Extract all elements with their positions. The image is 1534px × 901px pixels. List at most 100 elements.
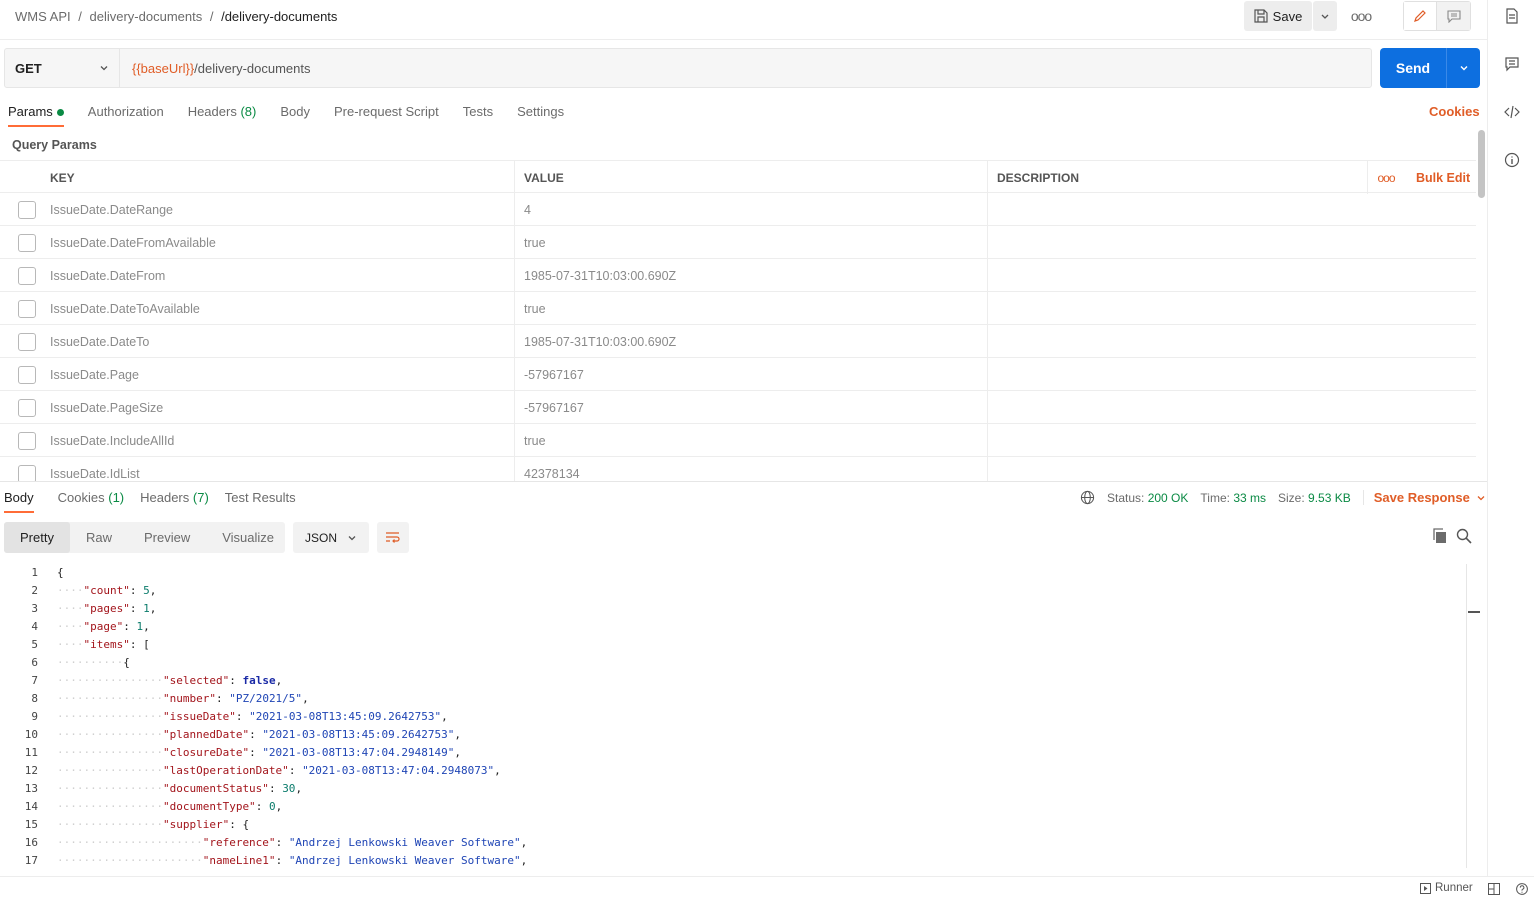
- json-value: "PZ/2021/5": [229, 692, 303, 705]
- tab-params[interactable]: Params: [8, 104, 64, 127]
- param-value[interactable]: true: [514, 226, 987, 259]
- save-response-button[interactable]: Save Response: [1362, 490, 1486, 505]
- documentation-icon[interactable]: [1504, 8, 1520, 24]
- param-key[interactable]: IssueDate.IdList: [41, 457, 514, 481]
- code-content: ····"count": 5,: [57, 584, 157, 597]
- tab-headers[interactable]: Headers (8): [188, 104, 257, 119]
- param-checkbox[interactable]: [18, 201, 36, 219]
- search-icon[interactable]: [1456, 528, 1472, 544]
- tab-response-body[interactable]: Body: [4, 490, 34, 513]
- chevron-down-icon: [1321, 14, 1329, 19]
- time-info[interactable]: Time: 33 ms: [1200, 491, 1266, 505]
- code-line: 4 ····"page": 1,: [0, 618, 1466, 636]
- param-value[interactable]: 1985-07-31T10:03:00.690Z: [514, 325, 987, 358]
- param-key[interactable]: IssueDate.DateFromAvailable: [41, 226, 514, 259]
- param-value[interactable]: -57967167: [514, 391, 987, 424]
- code-content: ······················"reference": "Andr…: [57, 836, 528, 849]
- code-content: ····"items": [: [57, 638, 150, 651]
- comment-mode-button[interactable]: [1437, 2, 1470, 30]
- save-button[interactable]: Save: [1244, 1, 1312, 31]
- tab-tests[interactable]: Tests: [463, 104, 493, 119]
- param-key[interactable]: IssueDate.PageSize: [41, 391, 514, 424]
- param-value[interactable]: true: [514, 292, 987, 325]
- format-select[interactable]: JSON: [293, 522, 369, 553]
- tab-body[interactable]: Body: [280, 104, 310, 119]
- param-value[interactable]: true: [514, 424, 987, 457]
- param-checkbox[interactable]: [18, 300, 36, 318]
- runner-button[interactable]: Runner: [1420, 882, 1473, 894]
- param-key[interactable]: IssueDate.DateFrom: [41, 259, 514, 292]
- code-icon[interactable]: [1504, 104, 1520, 120]
- param-description[interactable]: [987, 391, 1476, 424]
- view-preview[interactable]: Preview: [128, 522, 206, 553]
- param-description[interactable]: [987, 424, 1476, 457]
- tab-pre-request-script[interactable]: Pre-request Script: [334, 104, 439, 119]
- params-scrollbar[interactable]: [1478, 130, 1485, 198]
- breadcrumb-folder[interactable]: delivery-documents: [90, 9, 203, 24]
- view-raw[interactable]: Raw: [70, 522, 128, 553]
- param-checkbox[interactable]: [18, 267, 36, 285]
- size-info[interactable]: Size: 9.53 KB: [1278, 491, 1351, 505]
- edit-mode-button[interactable]: [1404, 2, 1438, 30]
- param-checkbox[interactable]: [18, 399, 36, 417]
- view-pretty[interactable]: Pretty: [4, 522, 70, 553]
- save-options-button[interactable]: [1313, 1, 1337, 31]
- editor-scrollbar[interactable]: [1466, 564, 1480, 868]
- tab-response-cookies[interactable]: Cookies (1): [58, 490, 124, 505]
- param-description[interactable]: [987, 193, 1476, 226]
- tab-test-results[interactable]: Test Results: [225, 490, 296, 505]
- json-punct: ,: [149, 602, 157, 615]
- param-checkbox[interactable]: [18, 465, 36, 481]
- param-key[interactable]: IssueDate.DateTo: [41, 325, 514, 358]
- view-visualize[interactable]: Visualize: [206, 522, 290, 553]
- param-key[interactable]: IssueDate.IncludeAllId: [41, 424, 514, 457]
- code-line: 6 ··········{: [0, 654, 1466, 672]
- help-icon[interactable]: [1516, 883, 1528, 895]
- info-icon[interactable]: [1504, 152, 1520, 168]
- globe-icon[interactable]: [1080, 490, 1095, 505]
- param-value[interactable]: 1985-07-31T10:03:00.690Z: [514, 259, 987, 292]
- param-checkbox[interactable]: [18, 234, 36, 252]
- param-checkbox[interactable]: [18, 432, 36, 450]
- status-info[interactable]: Status: 200 OK: [1107, 491, 1188, 505]
- param-key[interactable]: IssueDate.Page: [41, 358, 514, 391]
- more-actions-button[interactable]: ooo: [1345, 1, 1377, 31]
- param-description[interactable]: [987, 292, 1476, 325]
- json-punct: ,: [143, 620, 150, 633]
- breadcrumb-request[interactable]: /delivery-documents: [221, 9, 337, 24]
- copy-icon[interactable]: [1432, 528, 1448, 544]
- bulk-edit-button[interactable]: Bulk Edit: [1416, 171, 1470, 185]
- tab-count: (1): [108, 490, 125, 505]
- param-description[interactable]: [987, 259, 1476, 292]
- param-key[interactable]: IssueDate.DateToAvailable: [41, 292, 514, 325]
- runner-label: Runner: [1435, 882, 1473, 894]
- param-description[interactable]: [987, 457, 1476, 481]
- send-button[interactable]: Send: [1380, 48, 1446, 88]
- param-value[interactable]: 4: [514, 193, 987, 226]
- param-value[interactable]: 42378134: [514, 457, 987, 481]
- param-description[interactable]: [987, 358, 1476, 391]
- mode-toggle[interactable]: [1403, 1, 1471, 31]
- param-description[interactable]: [987, 226, 1476, 259]
- tab-settings[interactable]: Settings: [517, 104, 564, 119]
- param-value[interactable]: -57967167: [514, 358, 987, 391]
- url-input[interactable]: {{baseUrl}}/delivery-documents: [119, 48, 1372, 88]
- params-more-icon[interactable]: ooo: [1368, 171, 1404, 185]
- send-button-group: Send: [1380, 48, 1480, 88]
- tab-response-headers[interactable]: Headers (7): [140, 490, 209, 505]
- send-options-button[interactable]: [1446, 48, 1480, 88]
- layout-icon[interactable]: [1488, 883, 1500, 895]
- tab-authorization[interactable]: Authorization: [88, 104, 164, 119]
- breadcrumb-collection[interactable]: WMS API: [15, 9, 71, 24]
- wrap-lines-button[interactable]: [377, 522, 409, 553]
- response-divider[interactable]: [0, 481, 1487, 482]
- param-checkbox[interactable]: [18, 366, 36, 384]
- editor-scroll-thumb[interactable]: [1468, 611, 1480, 613]
- method-select[interactable]: GET: [4, 48, 120, 88]
- param-checkbox[interactable]: [18, 333, 36, 351]
- response-body-editor[interactable]: 1{2 ····"count": 5, 3 ····"pages": 1, 4 ····"…: [0, 564, 1466, 868]
- param-key[interactable]: IssueDate.DateRange: [41, 193, 514, 226]
- cookies-link[interactable]: Cookies: [1429, 104, 1480, 119]
- comments-icon[interactable]: [1504, 56, 1520, 72]
- param-description[interactable]: [987, 325, 1476, 358]
